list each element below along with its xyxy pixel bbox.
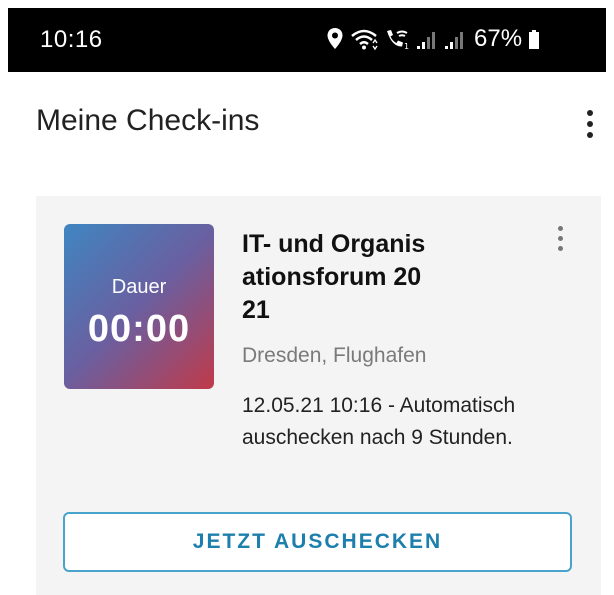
wifi-calling-icon: 1 bbox=[384, 27, 410, 51]
duration-timer: Dauer 00:00 bbox=[64, 224, 214, 389]
battery-icon bbox=[528, 27, 540, 51]
event-location: Dresden, Flughafen bbox=[242, 344, 427, 367]
checkout-button[interactable]: JETZT AUSCHECKEN bbox=[63, 512, 572, 572]
event-title: IT- und Organisationsforum 2021 bbox=[242, 230, 426, 324]
timer-label: Dauer bbox=[111, 276, 167, 298]
battery-percentage: 67% bbox=[474, 25, 523, 52]
page-title: Meine Check-ins bbox=[36, 104, 260, 137]
wifi-icon bbox=[350, 27, 378, 51]
card-more-vert-icon[interactable] bbox=[548, 222, 572, 254]
location-icon bbox=[326, 27, 344, 51]
status-time: 10:16 bbox=[40, 26, 103, 53]
more-vert-icon[interactable] bbox=[578, 106, 602, 142]
svg-text:1: 1 bbox=[404, 42, 409, 51]
status-icons: 1 67% bbox=[326, 24, 540, 54]
event-info: 12.05.21 10:16 - Automatisch auschecken … bbox=[242, 394, 516, 449]
checkin-card: Dauer 00:00 IT- und Organisationsforum 2… bbox=[36, 196, 601, 595]
timer-value: 00:00 bbox=[87, 308, 191, 350]
signal-icon bbox=[416, 27, 438, 51]
status-bar: 10:16 1 67% bbox=[8, 8, 606, 72]
signal-icon bbox=[444, 27, 466, 51]
